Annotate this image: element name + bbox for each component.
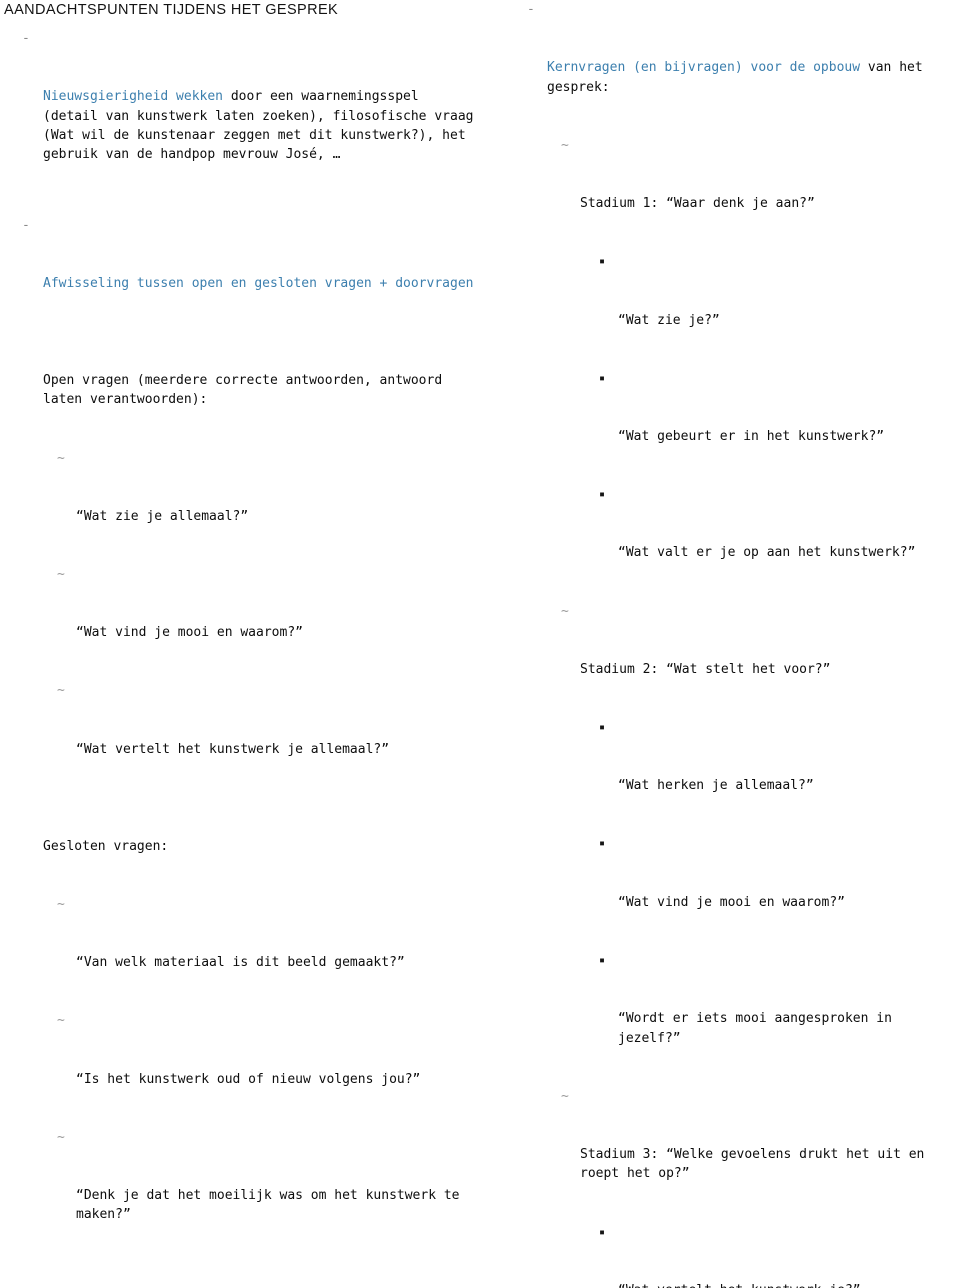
subitem-text: “Wat herken je allemaal?” — [618, 778, 814, 794]
label-text: Open vragen (meerdere correcte antwoorde… — [43, 372, 450, 408]
left-bullet-nieuwsgierigheid: - Nieuwsgierigheid wekken door een waarn… — [0, 29, 480, 204]
item-text: “Wat vind je mooi en waarom?” — [76, 625, 303, 641]
tilde-marker: ~ — [57, 896, 65, 912]
bullet-heading: Nieuwsgierigheid wekken — [43, 89, 224, 105]
bullet-text: Kernvragen (en bijvragen) voor de opbouw… — [547, 58, 959, 97]
stage-label: Stadium 3: “Welke gevoelens drukt het ui… — [580, 1146, 933, 1182]
label-text: Gesloten vragen: — [43, 838, 169, 854]
bullet-text: Nieuwsgierigheid wekken door een waarnem… — [43, 87, 480, 165]
stage-label: Stadium 2: “Wat stelt het voor?” — [580, 661, 831, 677]
stage-label: Stadium 1: “Waar denk je aan?” — [580, 196, 815, 212]
subitem-text: “Wat gebeurt er in het kunstwerk?” — [618, 428, 885, 444]
dash-marker: - — [22, 217, 30, 233]
tilde-marker: ~ — [57, 450, 65, 466]
bullet-heading: Kernvragen (en bijvragen) voor de opbouw — [547, 60, 861, 76]
subitem-text: “Wat zie je?” — [618, 312, 720, 328]
item-text: “Is het kunstwerk oud of nieuw volgens j… — [76, 1071, 421, 1087]
tilde-marker: ~ — [57, 683, 65, 699]
open-vraag-item: ~ “Wat zie je allemaal?” — [0, 449, 480, 565]
square-bullet-icon: ▪ — [599, 372, 606, 384]
square-bullet-icon: ▪ — [599, 722, 606, 734]
subitem-text: “Wat vertelt het kunstwerk je?” — [618, 1281, 959, 1288]
stage-item-3: ~ Stadium 3: “Welke gevoelens drukt het … — [500, 1087, 959, 1223]
tilde-marker: ~ — [561, 603, 569, 619]
tilde-marker: ~ — [57, 566, 65, 582]
square-bullet-icon: ▪ — [599, 256, 606, 268]
tilde-marker: ~ — [561, 1088, 569, 1104]
bullet-heading: Afwisseling tussen open en gesloten vrag… — [43, 275, 474, 291]
doorvragen-label: Doorvragen: — [0, 1264, 480, 1288]
dash-marker: - — [22, 31, 30, 46]
square-bullet-icon: ▪ — [599, 954, 606, 966]
subitem-text: “Wat valt er je op aan het kunstwerk?” — [618, 545, 916, 561]
left-bullet-afwisseling: - Afwisseling tussen open en gesloten vr… — [0, 216, 480, 332]
gesloten-vragen-label: Gesloten vragen: — [0, 798, 480, 895]
item-text: “Van welk materiaal is dit beeld gemaakt… — [76, 955, 405, 971]
left-column: - Nieuwsgierigheid wekken door een waarn… — [0, 0, 480, 1288]
item-text: “Wat zie je allemaal?” — [76, 508, 249, 524]
stage-subitem: ▪ “Wat zie je?” — [500, 252, 959, 368]
dash-marker: - — [527, 2, 535, 17]
stage-item-2: ~ Stadium 2: “Wat stelt het voor?” — [500, 602, 959, 718]
stage-subitem: ▪ “Wordt er iets mooi aangesproken in je… — [500, 951, 959, 1087]
stage-subitem: ▪ “Wat herken je allemaal?” — [500, 718, 959, 834]
stage-item-1: ~ Stadium 1: “Waar denk je aan?” — [500, 136, 959, 252]
tilde-marker: ~ — [57, 1013, 65, 1029]
slide-canvas: AANDACHTSPUNTEN TIJDENS HET GESPREK - Ni… — [0, 0, 959, 1288]
open-vragen-label: Open vragen (meerdere correcte antwoorde… — [0, 332, 480, 448]
stage-subitem: ▪ “Wat vind je mooi en waarom?” — [500, 834, 959, 950]
open-vraag-item: ~ “Wat vertelt het kunstwerk je allemaal… — [0, 681, 480, 797]
square-bullet-icon: ▪ — [599, 489, 606, 501]
subitem-text: “Wordt er iets mooi aangesproken in jeze… — [618, 1011, 900, 1046]
tilde-marker: ~ — [57, 1129, 65, 1145]
right-bullet-kernvragen: - Kernvragen (en bijvragen) voor de opbo… — [500, 0, 959, 136]
tilde-marker: ~ — [561, 137, 569, 153]
subitem-text: “Wat vind je mooi en waarom?” — [618, 894, 845, 910]
square-bullet-icon: ▪ — [599, 838, 606, 850]
gesloten-vraag-item: ~ “Denk je dat het moeilijk was om het k… — [0, 1128, 480, 1264]
stage-subitem: ▪ “Wat gebeurt er in het kunstwerk?” — [500, 369, 959, 485]
stage-subitem: ▪ “Wat vertelt het kunstwerk je?” — [500, 1223, 959, 1288]
square-bullet-icon: ▪ — [599, 1226, 606, 1238]
right-column: - Kernvragen (en bijvragen) voor de opbo… — [500, 0, 959, 1288]
stage-subitem: ▪ “Wat valt er je op aan het kunstwerk?” — [500, 485, 959, 601]
gesloten-vraag-item: ~ “Van welk materiaal is dit beeld gemaa… — [0, 895, 480, 1011]
item-text: “Denk je dat het moeilijk was om het kun… — [76, 1187, 468, 1223]
gesloten-vraag-item: ~ “Is het kunstwerk oud of nieuw volgens… — [0, 1011, 480, 1127]
item-text: “Wat vertelt het kunstwerk je allemaal?” — [76, 741, 390, 757]
open-vraag-item: ~ “Wat vind je mooi en waarom?” — [0, 565, 480, 681]
